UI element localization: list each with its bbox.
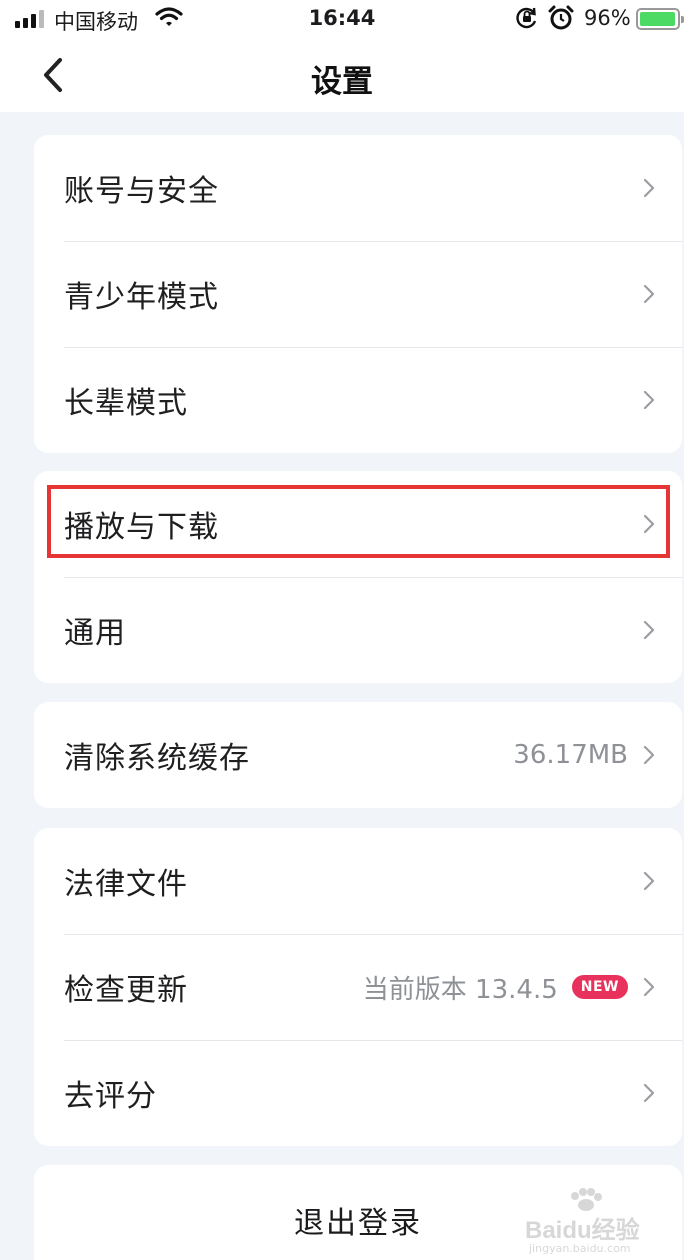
chevron-right-icon bbox=[643, 620, 655, 640]
settings-item-legal[interactable]: 法律文件 bbox=[34, 828, 682, 934]
settings-item-label: 去评分 bbox=[64, 1079, 157, 1114]
chevron-right-icon bbox=[643, 871, 655, 891]
settings-group-account: 账号与安全 青少年模式 长辈模式 bbox=[34, 135, 682, 453]
settings-item-playback-download[interactable]: 播放与下载 bbox=[34, 471, 682, 577]
chevron-right-icon bbox=[643, 284, 655, 304]
status-bar: 中国移动 16:44 96% bbox=[0, 0, 684, 38]
settings-item-label: 长辈模式 bbox=[64, 386, 188, 421]
settings-item-label: 账号与安全 bbox=[64, 174, 219, 209]
settings-item-clear-cache[interactable]: 清除系统缓存 36.17MB bbox=[34, 702, 682, 808]
settings-item-rate[interactable]: 去评分 bbox=[34, 1040, 682, 1146]
watermark-url: jingyan.baidu.com bbox=[529, 1242, 631, 1255]
status-time: 16:44 bbox=[308, 6, 376, 30]
settings-item-label: 通用 bbox=[64, 616, 126, 651]
settings-item-label: 检查更新 bbox=[64, 973, 188, 1008]
settings-group-cache: 清除系统缓存 36.17MB bbox=[34, 702, 682, 808]
chevron-right-icon bbox=[643, 745, 655, 765]
chevron-right-icon bbox=[643, 390, 655, 410]
settings-item-label: 法律文件 bbox=[64, 867, 188, 902]
settings-group-playback: 播放与下载 通用 bbox=[34, 471, 682, 683]
logout-label: 退出登录 bbox=[294, 1206, 422, 1241]
orientation-lock-icon bbox=[516, 7, 537, 29]
top-bar: 中国移动 16:44 96% 设置 bbox=[0, 0, 684, 112]
settings-item-label: 播放与下载 bbox=[64, 510, 219, 545]
chevron-left-icon[interactable] bbox=[38, 54, 72, 96]
watermark-text: Baidu经验 bbox=[525, 1217, 640, 1244]
battery-percent: 96% bbox=[584, 6, 631, 30]
battery-icon bbox=[636, 8, 684, 30]
new-badge: NEW bbox=[571, 975, 628, 999]
alarm-icon bbox=[548, 5, 574, 30]
paw-icon bbox=[571, 1188, 602, 1211]
settings-item-account-security[interactable]: 账号与安全 bbox=[34, 135, 682, 241]
settings-item-check-update[interactable]: 检查更新 当前版本 13.4.5 NEW bbox=[34, 934, 682, 1040]
version-value: 当前版本 13.4.5 bbox=[362, 974, 558, 1005]
settings-item-label: 青少年模式 bbox=[64, 280, 219, 315]
battery-level-fill bbox=[640, 12, 675, 26]
settings-item-general[interactable]: 通用 bbox=[34, 577, 682, 683]
chevron-right-icon bbox=[643, 178, 655, 198]
chevron-right-icon bbox=[643, 514, 655, 534]
chevron-right-icon bbox=[643, 977, 655, 997]
settings-item-elder-mode[interactable]: 长辈模式 bbox=[34, 347, 682, 453]
settings-item-teen-mode[interactable]: 青少年模式 bbox=[34, 241, 682, 347]
baidu-watermark: Baidu经验 jingyan.baidu.com bbox=[525, 1188, 675, 1256]
cache-size-value: 36.17MB bbox=[513, 740, 628, 770]
settings-group-about: 法律文件 检查更新 当前版本 13.4.5 NEW 去评分 bbox=[34, 828, 682, 1146]
chevron-right-icon bbox=[643, 1083, 655, 1103]
settings-item-label: 清除系统缓存 bbox=[64, 741, 250, 776]
page-title: 设置 bbox=[311, 64, 373, 100]
